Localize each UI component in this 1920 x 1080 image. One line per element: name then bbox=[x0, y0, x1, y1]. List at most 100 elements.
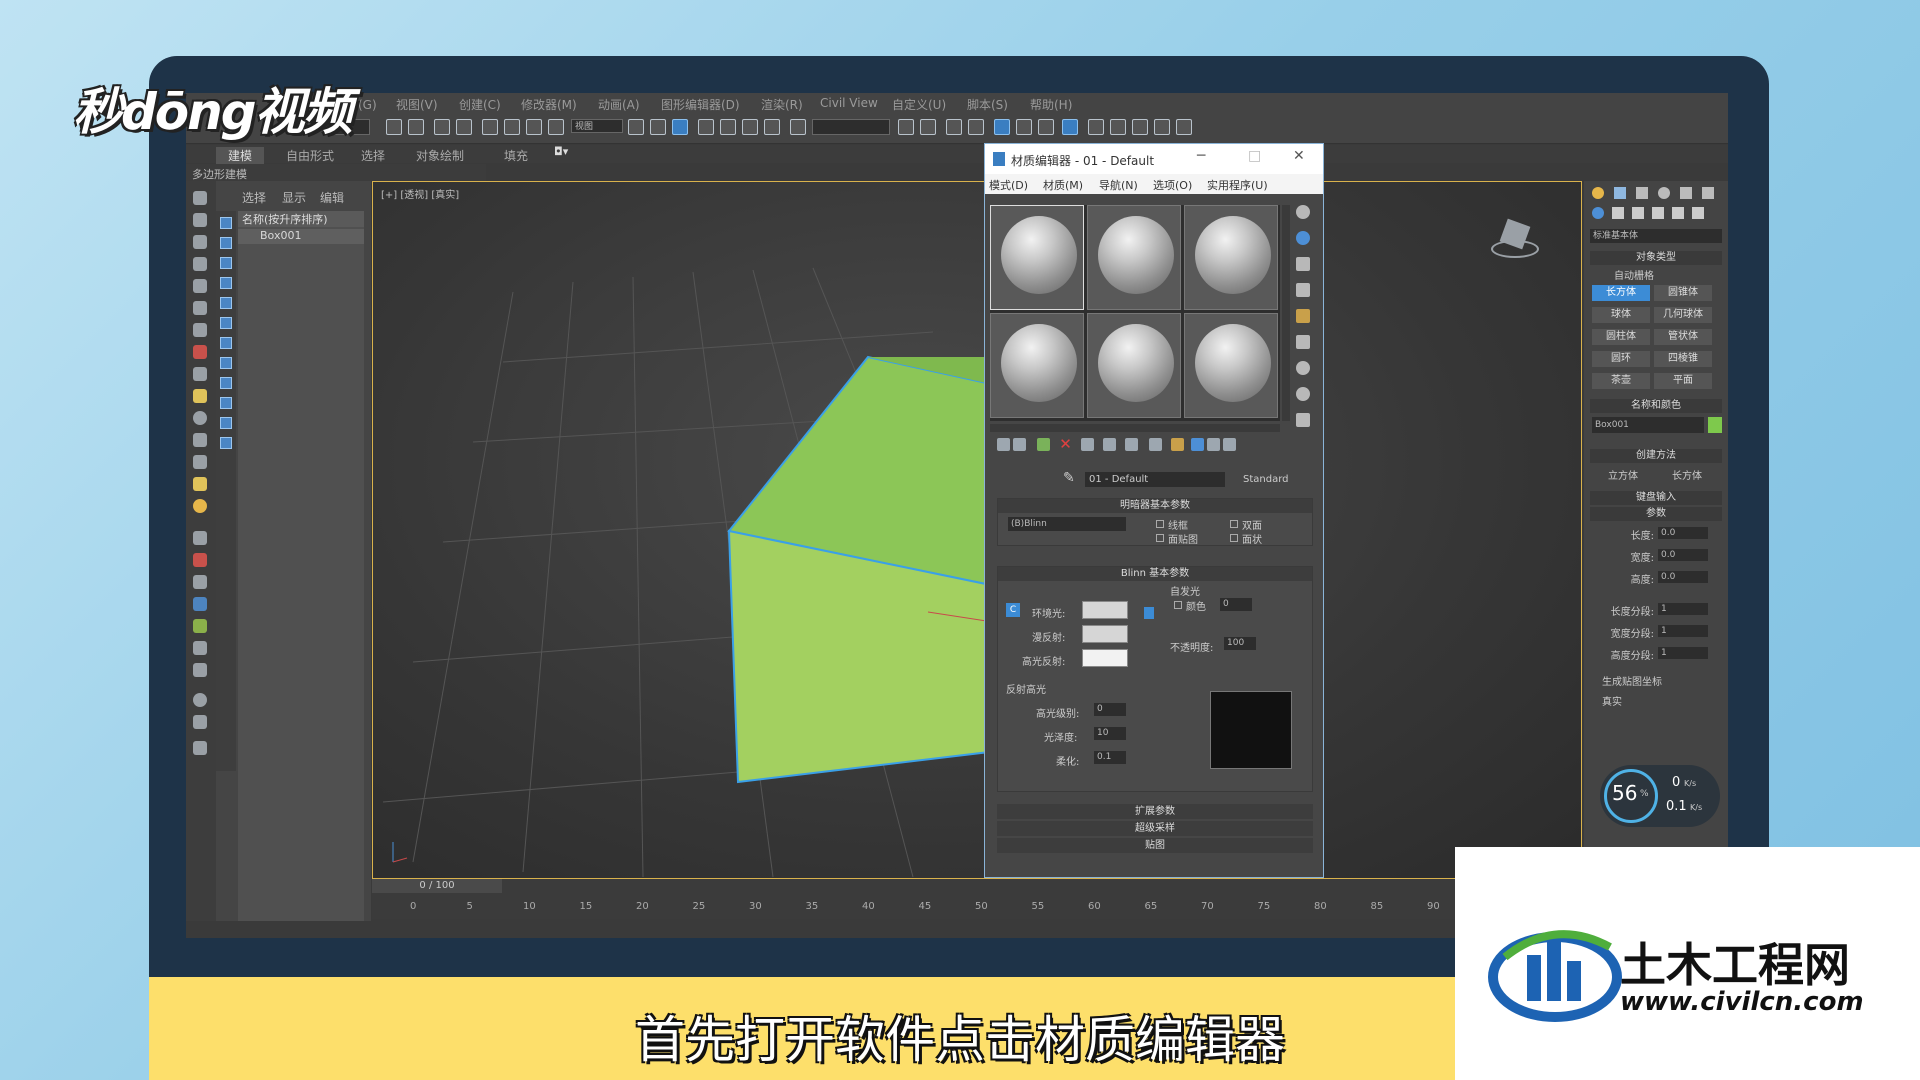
material-editor-titlebar[interactable]: 材质编辑器 - 01 - Default ─ □ ✕ bbox=[985, 144, 1323, 174]
tab-freeform[interactable]: 自由形式 bbox=[286, 147, 334, 164]
faceted-checkbox[interactable] bbox=[1230, 534, 1238, 542]
material-editor-window[interactable]: 材质编辑器 - 01 - Default ─ □ ✕ 模式(D) 材质(M) 导… bbox=[984, 143, 1324, 878]
make-unique-icon[interactable] bbox=[1103, 438, 1116, 451]
material-id-icon[interactable] bbox=[1149, 438, 1162, 451]
hierarchy-icon[interactable] bbox=[193, 235, 207, 249]
shapes-icon[interactable] bbox=[193, 323, 207, 337]
menu-view[interactable]: 视图(V) bbox=[396, 96, 438, 113]
filter-shapes-icon[interactable] bbox=[220, 237, 232, 249]
material-name-field[interactable]: 01 - Default bbox=[1085, 472, 1225, 487]
teapot-button[interactable]: 茶壶 bbox=[1592, 373, 1650, 389]
edit-named-sel-icon[interactable] bbox=[790, 119, 806, 135]
ambient-diffuse-lock-icon[interactable]: C bbox=[1006, 603, 1020, 617]
blinn-group-title[interactable]: Blinn 基本参数 bbox=[998, 567, 1312, 581]
named-selection-dropdown[interactable] bbox=[812, 119, 890, 135]
sample-slot-2[interactable] bbox=[1087, 205, 1181, 310]
select-by-material-icon[interactable] bbox=[1296, 387, 1310, 401]
rollout-supersampling[interactable]: 超级采样 bbox=[997, 821, 1313, 836]
plane-button[interactable]: 平面 bbox=[1654, 373, 1712, 389]
rollout-keyboard-entry[interactable]: 键盘输入 bbox=[1590, 491, 1722, 505]
two-sided-checkbox[interactable] bbox=[1230, 520, 1238, 528]
walker-icon[interactable] bbox=[193, 641, 207, 655]
menu-rendering[interactable]: 渲染(R) bbox=[761, 96, 803, 113]
get-material-icon[interactable] bbox=[997, 438, 1010, 451]
rollout-object-type[interactable]: 对象类型 bbox=[1590, 251, 1722, 265]
helpers-category-icon[interactable] bbox=[1672, 207, 1684, 219]
filter-groups-icon[interactable] bbox=[220, 337, 232, 349]
cameras-icon[interactable] bbox=[193, 367, 207, 381]
real-world-map-checkbox[interactable]: 真实 bbox=[1602, 693, 1622, 708]
person-icon[interactable] bbox=[193, 575, 207, 589]
radio-cube[interactable]: 立方体 bbox=[1608, 467, 1638, 482]
explorer-tab-select[interactable]: 选择 bbox=[242, 189, 266, 206]
display-tab-icon[interactable] bbox=[1680, 187, 1692, 199]
cone-button[interactable]: 圆锥体 bbox=[1654, 285, 1712, 301]
viewcube[interactable] bbox=[1491, 218, 1539, 262]
tree-icon[interactable] bbox=[193, 619, 207, 633]
menu-customize[interactable]: 自定义(U) bbox=[892, 96, 946, 113]
window-crossing-icon[interactable] bbox=[456, 119, 472, 135]
explorer-name-column-header[interactable]: 名称(按升序排序) bbox=[238, 211, 364, 227]
curve-editor-icon[interactable] bbox=[994, 119, 1010, 135]
toggle-ribbon-icon[interactable] bbox=[968, 119, 984, 135]
menu-create[interactable]: 创建(C) bbox=[459, 96, 501, 113]
move-icon[interactable] bbox=[482, 119, 498, 135]
rendered-frame-icon[interactable] bbox=[1088, 119, 1104, 135]
rollout-maps[interactable]: 贴图 bbox=[997, 838, 1313, 853]
viewcube-ring[interactable] bbox=[1491, 240, 1539, 258]
render-setup-icon[interactable] bbox=[1062, 119, 1078, 135]
filter-bones-icon[interactable] bbox=[220, 377, 232, 389]
lights-icon[interactable] bbox=[193, 345, 207, 359]
filter-xrefs-icon[interactable] bbox=[220, 357, 232, 369]
pyramid-button[interactable]: 四棱锥 bbox=[1654, 351, 1712, 367]
polygon-modeling-label[interactable]: 多边形建模 bbox=[192, 166, 247, 182]
render-cloud-icon[interactable] bbox=[1154, 119, 1170, 135]
assign-to-selection-icon[interactable] bbox=[1037, 438, 1050, 451]
face-map-checkbox[interactable] bbox=[1156, 534, 1164, 542]
put-to-scene-icon[interactable] bbox=[1013, 438, 1026, 451]
filter-helpers-icon[interactable] bbox=[220, 297, 232, 309]
motion-icon[interactable] bbox=[193, 257, 207, 271]
tab-modeling[interactable]: 建模 bbox=[216, 147, 265, 164]
material-editor-icon[interactable] bbox=[1038, 119, 1054, 135]
omni-light-icon[interactable] bbox=[193, 499, 207, 513]
spec-level-spinner[interactable]: 0 bbox=[1094, 703, 1126, 716]
menu-modifiers[interactable]: 修改器(M) bbox=[521, 96, 577, 113]
param-spinner[interactable]: 0.0 bbox=[1658, 549, 1708, 561]
make-preview-icon[interactable] bbox=[1296, 335, 1310, 349]
rollout-parameters[interactable]: 参数 bbox=[1590, 507, 1722, 521]
spacewarps-category-icon[interactable] bbox=[1692, 207, 1704, 219]
uv-tiling-icon[interactable] bbox=[1296, 283, 1310, 297]
cylinder-button[interactable]: 圆柱体 bbox=[1592, 329, 1650, 345]
show-map-icon[interactable] bbox=[1171, 438, 1184, 451]
angle-snap-icon[interactable] bbox=[720, 119, 736, 135]
sample-slot-3[interactable] bbox=[1184, 205, 1278, 310]
filter-containers-icon[interactable] bbox=[220, 397, 232, 409]
soften-spinner[interactable]: 0.1 bbox=[1094, 751, 1126, 764]
primitive-type-dropdown[interactable]: 标准基本体 bbox=[1590, 229, 1722, 243]
filter-cameras-icon[interactable] bbox=[220, 277, 232, 289]
object-name-field[interactable]: Box001 bbox=[1592, 417, 1704, 433]
placement-icon[interactable] bbox=[548, 119, 564, 135]
align-icon[interactable] bbox=[920, 119, 936, 135]
menu-material[interactable]: 材质(M) bbox=[1043, 177, 1083, 193]
background-icon[interactable] bbox=[1296, 257, 1310, 271]
video-color-check-icon[interactable] bbox=[1296, 309, 1310, 323]
menu-civil-view[interactable]: Civil View bbox=[820, 96, 878, 110]
opacity-spinner[interactable]: 100 bbox=[1224, 637, 1256, 650]
filter-hidden-icon[interactable] bbox=[220, 437, 232, 449]
layers-icon[interactable] bbox=[193, 741, 207, 755]
lights-category-icon[interactable] bbox=[1632, 207, 1644, 219]
sample-slot-1[interactable] bbox=[990, 205, 1084, 310]
minimize-button[interactable]: ─ bbox=[1197, 148, 1205, 164]
backlight-icon[interactable] bbox=[1296, 231, 1310, 245]
geosphere-button[interactable]: 几何球体 bbox=[1654, 307, 1712, 323]
box-button[interactable]: 长方体 bbox=[1592, 285, 1650, 301]
layer-explorer-icon[interactable] bbox=[946, 119, 962, 135]
material-navigator-icon[interactable] bbox=[1296, 413, 1310, 427]
cameras-category-icon[interactable] bbox=[1652, 207, 1664, 219]
self-illum-color-checkbox[interactable] bbox=[1174, 601, 1182, 609]
ribbon-options-icon[interactable]: ◘▾ bbox=[554, 145, 568, 158]
scale-icon[interactable] bbox=[526, 119, 542, 135]
wire-checkbox[interactable] bbox=[1156, 520, 1164, 528]
